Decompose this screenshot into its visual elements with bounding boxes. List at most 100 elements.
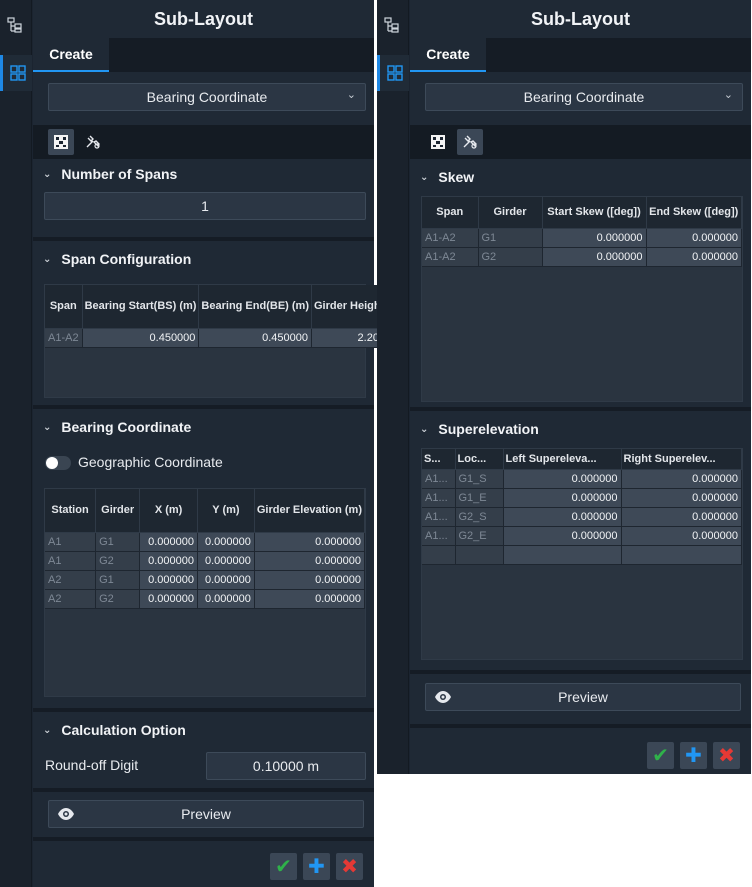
- section-header[interactable]: ⌄ Superelevation: [410, 414, 751, 444]
- table-cell-editable[interactable]: 0.000000: [254, 589, 366, 609]
- table-row: A1 G2 0.000000 0.000000 0.000000: [45, 551, 366, 571]
- table-cell-editable[interactable]: 0.000000: [197, 532, 255, 552]
- table-row: A1... G1_E 0.000000 0.000000: [422, 488, 742, 508]
- tree-icon[interactable]: [0, 10, 30, 40]
- toolbar: [33, 125, 374, 159]
- plus-icon[interactable]: ✚: [680, 741, 707, 769]
- wrench-icon[interactable]: [457, 129, 483, 155]
- preview-button[interactable]: Preview: [48, 800, 364, 828]
- round-off-label: Round-off Digit: [45, 757, 139, 773]
- table-cell-editable[interactable]: 0.000000: [503, 488, 622, 508]
- geographic-toggle[interactable]: [45, 456, 71, 470]
- table-cell-readonly: G1: [95, 532, 141, 552]
- table-cell-editable[interactable]: 0.000000: [139, 551, 198, 571]
- column-header[interactable]: X (m): [139, 489, 198, 533]
- table-cell-readonly: G2: [95, 551, 141, 571]
- tab-create[interactable]: Create: [410, 38, 486, 72]
- table-cell-readonly: A1...: [422, 507, 456, 527]
- pattern-icon[interactable]: [425, 129, 451, 155]
- table-cell-readonly: A2: [45, 589, 97, 609]
- column-header[interactable]: End Skew ([deg]): [646, 197, 742, 229]
- table-cell-readonly: A1...: [422, 526, 456, 546]
- column-header[interactable]: Girder: [95, 489, 141, 533]
- column-header[interactable]: Start Skew ([deg]): [542, 197, 647, 229]
- table-cell-editable[interactable]: 0.000000: [503, 469, 622, 489]
- dropdown-value: Bearing Coordinate: [523, 89, 645, 105]
- table-cell-empty[interactable]: [621, 545, 742, 565]
- pattern-icon[interactable]: [48, 129, 74, 155]
- mode-dropdown[interactable]: Bearing Coordinate ⌄: [48, 83, 366, 111]
- main-area: Sub-Layout Create Bearing Coordinate ⌄ ⌄…: [410, 0, 751, 774]
- table-cell-editable[interactable]: 0.000000: [254, 551, 366, 571]
- layout-icon[interactable]: [377, 55, 409, 91]
- plus-icon[interactable]: ✚: [303, 852, 330, 880]
- table-row-new[interactable]: [422, 545, 742, 565]
- check-icon[interactable]: ✔: [647, 741, 674, 769]
- layout-icon[interactable]: [0, 55, 32, 91]
- table-cell-readonly: A1-A2: [45, 328, 83, 348]
- column-header[interactable]: Girder Elevation (m): [254, 489, 366, 533]
- table-cell-empty[interactable]: [455, 545, 504, 565]
- section-header[interactable]: ⌄ Skew: [410, 162, 751, 192]
- table-cell-editable[interactable]: 0.000000: [621, 488, 742, 508]
- check-icon[interactable]: ✔: [270, 852, 297, 880]
- section-header[interactable]: ⌄ Bearing Coordinate: [33, 412, 374, 442]
- table-cell-editable[interactable]: 0.000000: [503, 507, 622, 527]
- table-cell-editable[interactable]: 0.000000: [139, 532, 198, 552]
- spans-input[interactable]: 1: [44, 192, 366, 220]
- table-row: A1... G2_S 0.000000 0.000000: [422, 507, 742, 527]
- chevron-down-icon: ⌄: [723, 89, 733, 101]
- table-cell-editable[interactable]: 0.000000: [542, 228, 647, 248]
- column-header[interactable]: Span: [422, 197, 479, 229]
- table-cell-empty[interactable]: [422, 545, 456, 565]
- table-row: A1-A2 G2 0.000000 0.000000: [422, 247, 742, 267]
- table-cell-editable[interactable]: 0.000000: [503, 526, 622, 546]
- section-title: Superelevation: [438, 421, 539, 437]
- section-header[interactable]: ⌄ Span Configuration: [33, 244, 374, 274]
- table-cell-editable[interactable]: 0.000000: [197, 589, 255, 609]
- round-off-input[interactable]: 0.10000 m: [206, 752, 366, 780]
- action-bar: ✔ ✚ ✖: [647, 737, 740, 773]
- column-header[interactable]: Span: [45, 285, 83, 329]
- column-header[interactable]: Station: [45, 489, 97, 533]
- table-cell-editable[interactable]: 0.000000: [254, 532, 366, 552]
- mode-dropdown[interactable]: Bearing Coordinate ⌄: [425, 83, 743, 111]
- page-title: Sub-Layout: [33, 0, 374, 38]
- table-cell-editable[interactable]: 0.000000: [197, 551, 255, 571]
- table-cell-editable[interactable]: 0.450000: [82, 328, 200, 348]
- table-cell-editable[interactable]: 0.000000: [646, 247, 742, 267]
- preview-section: Preview: [410, 674, 751, 728]
- tab-bar: Create: [33, 38, 374, 72]
- eye-icon: [57, 807, 75, 824]
- table-cell-editable[interactable]: 0.000000: [542, 247, 647, 267]
- close-icon[interactable]: ✖: [713, 741, 740, 769]
- table-cell-editable[interactable]: 0.000000: [621, 526, 742, 546]
- chevron-down-icon: ⌄: [43, 421, 52, 433]
- wrench-icon[interactable]: [80, 129, 106, 155]
- table-cell-editable[interactable]: 0.000000: [646, 228, 742, 248]
- column-header[interactable]: Bearing Start(BS) (m): [82, 285, 200, 329]
- table-cell-editable[interactable]: 0.000000: [621, 507, 742, 527]
- table-cell-editable[interactable]: 0.000000: [254, 570, 366, 590]
- column-header[interactable]: Bearing End(BE) (m): [198, 285, 312, 329]
- column-header[interactable]: Right Superelev...: [621, 449, 742, 470]
- superelevation-table: S... Loc... Left Supereleva... Right Supere…: [421, 448, 743, 660]
- table-cell-editable[interactable]: 0.000000: [197, 570, 255, 590]
- column-header[interactable]: Loc...: [455, 449, 504, 470]
- table-cell-readonly: A1...: [422, 469, 456, 489]
- column-header[interactable]: Girder: [478, 197, 543, 229]
- table-cell-editable[interactable]: 0.000000: [139, 570, 198, 590]
- tree-icon[interactable]: [377, 10, 407, 40]
- tab-create[interactable]: Create: [33, 38, 109, 72]
- table-cell-editable[interactable]: 0.000000: [621, 469, 742, 489]
- table-cell-empty[interactable]: [503, 545, 622, 565]
- section-header[interactable]: ⌄ Calculation Option: [33, 715, 374, 745]
- column-header[interactable]: Y (m): [197, 489, 255, 533]
- column-header[interactable]: S...: [422, 449, 456, 470]
- preview-button[interactable]: Preview: [425, 683, 741, 711]
- table-cell-editable[interactable]: 0.000000: [139, 589, 198, 609]
- column-header[interactable]: Left Supereleva...: [503, 449, 622, 470]
- table-cell-editable[interactable]: 0.450000: [198, 328, 312, 348]
- section-header[interactable]: ⌄ Number of Spans: [33, 159, 374, 189]
- close-icon[interactable]: ✖: [336, 852, 363, 880]
